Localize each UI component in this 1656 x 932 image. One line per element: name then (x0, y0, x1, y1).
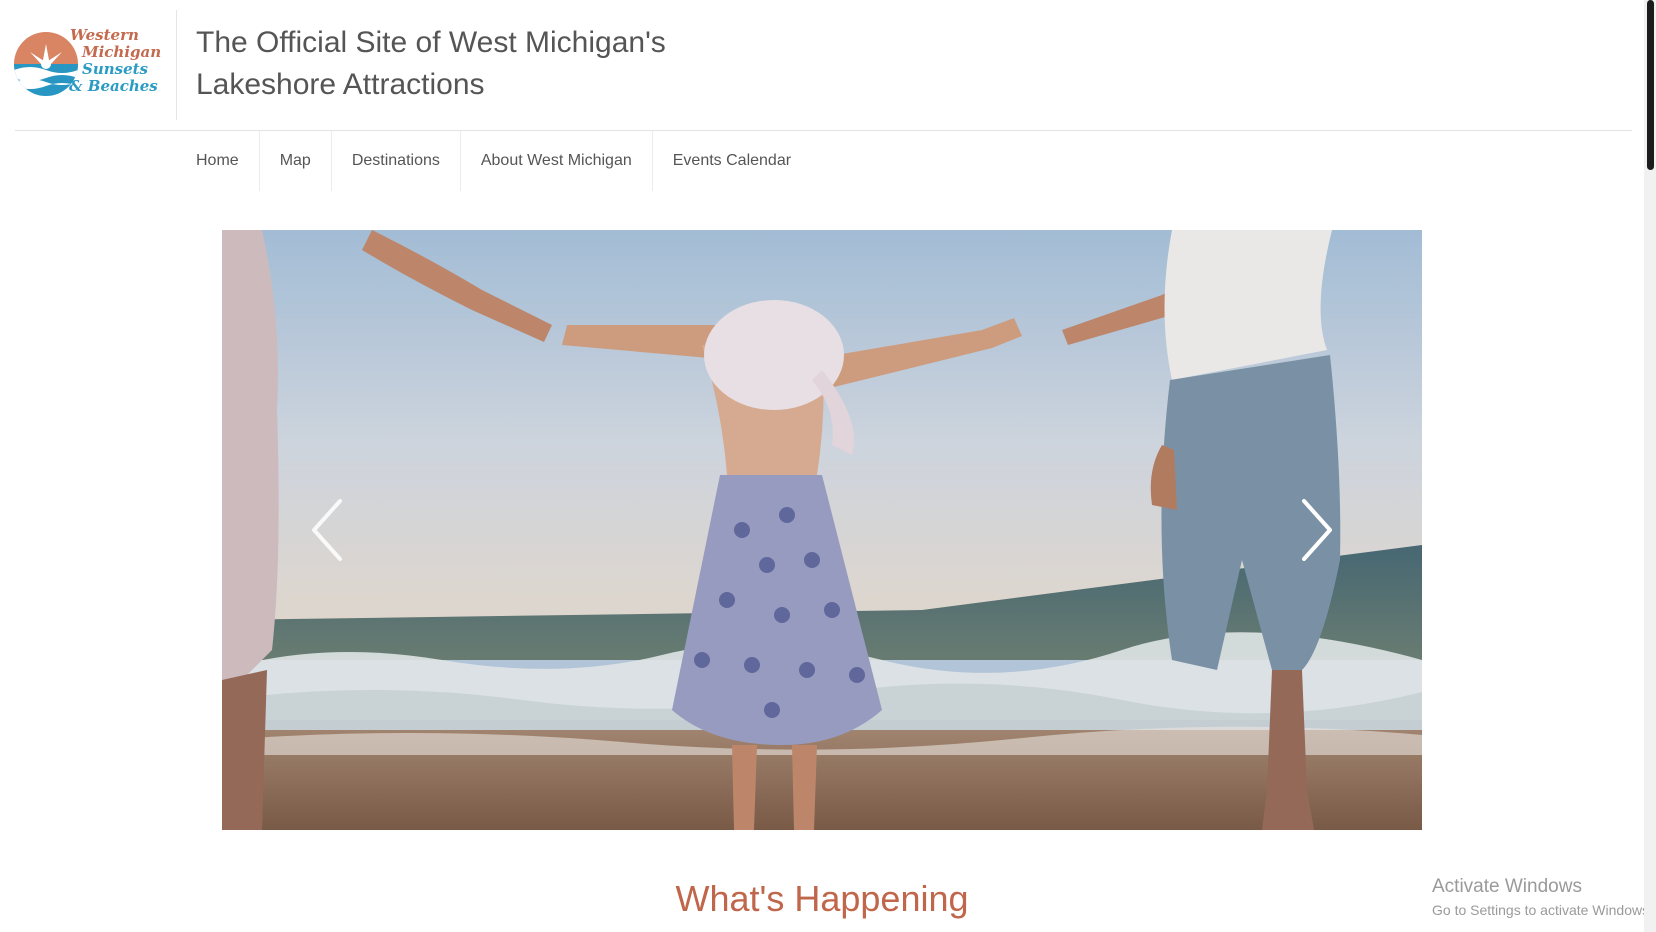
nav-item-about-west-michigan[interactable]: About West Michigan (459, 131, 652, 191)
nav-item-events-calendar[interactable]: Events Calendar (651, 131, 811, 191)
scrollbar-thumb[interactable] (1647, 0, 1654, 170)
title-line-2: Lakeshore Attractions (196, 68, 485, 101)
logo-line-1: Western (70, 26, 139, 44)
main-nav: Home Map Destinations About West Michiga… (176, 131, 811, 191)
logo-divider (176, 10, 177, 120)
nav-item-destinations[interactable]: Destinations (330, 131, 460, 191)
nav-item-map[interactable]: Map (258, 131, 331, 191)
watermark-title: Activate Windows (1432, 876, 1582, 897)
watermark-subtitle: Go to Settings to activate Windows. (1432, 902, 1653, 918)
page-scrollbar[interactable] (1644, 0, 1656, 932)
logo-line-3: Sunsets (82, 60, 149, 78)
page-title: The Official Site of West Michigan's Lak… (196, 22, 666, 106)
nav-item-home[interactable]: Home (176, 131, 259, 191)
hero-carousel[interactable] (222, 230, 1422, 830)
carousel-next-button[interactable] (1282, 485, 1342, 575)
logo-line-4: & Beaches (69, 77, 158, 95)
whats-happening-heading: What's Happening (675, 878, 969, 919)
site-logo[interactable]: Western Michigan Sunsets & Beaches (14, 24, 164, 104)
chevron-right-icon (1302, 499, 1332, 561)
site-header: Western Michigan Sunsets & Beaches The O… (0, 0, 1640, 130)
activate-windows-watermark: Activate Windows Go to Settings to activ… (1432, 876, 1653, 918)
title-line-1: The Official Site of West Michigan's (196, 26, 666, 59)
chevron-left-icon (312, 499, 342, 561)
logo-line-2: Michigan (81, 43, 161, 61)
carousel-prev-button[interactable] (302, 485, 362, 575)
beach-family-photo (222, 230, 1422, 830)
